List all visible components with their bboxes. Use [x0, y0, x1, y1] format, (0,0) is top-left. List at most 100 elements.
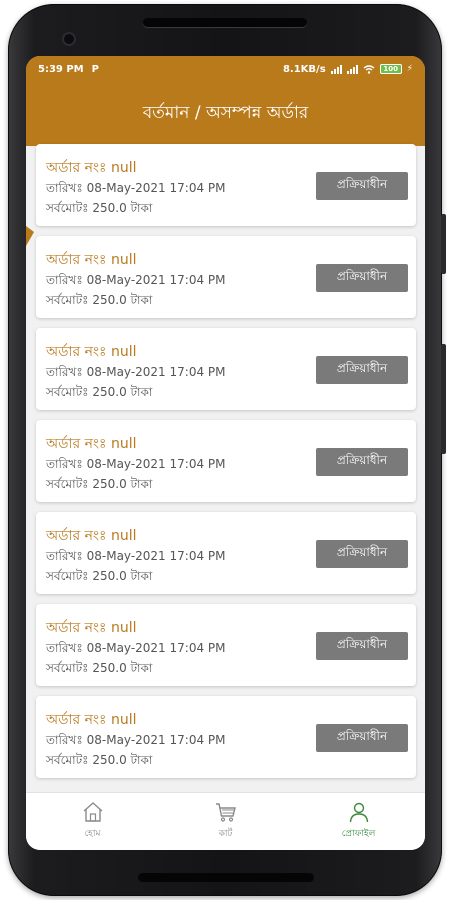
order-card[interactable]: অর্ডার নংঃ null তারিখঃ 08-May-2021 17:04 …: [36, 328, 416, 410]
front-camera: [62, 32, 76, 46]
bottom-speaker: [138, 873, 314, 882]
order-date: তারিখঃ 08-May-2021 17:04 PM: [46, 732, 226, 752]
notification-icon: P: [91, 63, 99, 75]
order-total-label: সর্বমোটঃ: [46, 477, 89, 491]
cart-icon: [215, 803, 236, 822]
order-number-label: অর্ডার নংঃ: [46, 252, 107, 268]
order-card[interactable]: অর্ডার নংঃ null তারিখঃ 08-May-2021 17:04 …: [36, 420, 416, 502]
nav-item-cart[interactable]: কার্ট: [159, 793, 292, 850]
order-number: অর্ডার নংঃ null: [46, 248, 136, 272]
order-date-value: 08-May-2021 17:04 PM: [86, 273, 226, 287]
order-date-label: তারিখঃ: [46, 365, 83, 379]
home-icon: [83, 802, 102, 822]
order-number: অর্ডার নংঃ null: [46, 432, 136, 456]
order-total-label: সর্বমোটঃ: [46, 569, 89, 583]
order-total: সর্বমোটঃ 250.0 টাকা: [46, 292, 152, 312]
order-number-label: অর্ডার নংঃ: [46, 620, 107, 636]
order-date: তারিখঃ 08-May-2021 17:04 PM: [46, 640, 226, 660]
nav-label-home: হোম: [84, 829, 101, 839]
order-total-value: 250.0 টাকা: [92, 753, 153, 767]
signal-icon: [330, 64, 342, 74]
order-total: সর্বমোটঃ 250.0 টাকা: [46, 384, 152, 404]
order-date-label: তারিখঃ: [46, 457, 83, 471]
order-date: তারিখঃ 08-May-2021 17:04 PM: [46, 456, 226, 476]
order-total: সর্বমোটঃ 250.0 টাকা: [46, 752, 152, 772]
wifi-icon: [363, 64, 375, 74]
order-number-value: null: [110, 252, 137, 268]
order-total-label: সর্বমোটঃ: [46, 385, 89, 399]
order-number-label: অর্ডার নংঃ: [46, 344, 107, 360]
status-indicators: 8.1KB/s 100 ⚡: [283, 64, 413, 75]
profile-icon: [349, 802, 368, 823]
order-date-value: 08-May-2021 17:04 PM: [86, 457, 226, 471]
order-total: সর্বমোটঃ 250.0 টাকা: [46, 568, 152, 588]
phone-frame: 5:39 PM P 8.1KB/s 100 ⚡ বর্তমান / অসম্পন…: [8, 4, 446, 896]
order-number-value: null: [110, 344, 137, 360]
order-total-label: সর্বমোটঃ: [46, 293, 89, 307]
order-date-label: তারিখঃ: [46, 181, 83, 195]
status-time: 5:39 PM: [38, 63, 84, 75]
order-number-label: অর্ডার নংঃ: [46, 436, 107, 452]
nav-label-profile: প্রোফাইল: [341, 829, 376, 839]
order-date-value: 08-May-2021 17:04 PM: [86, 365, 226, 379]
order-number: অর্ডার নংঃ null: [46, 616, 136, 640]
order-status-button[interactable]: প্রক্রিয়াধীন: [316, 172, 408, 200]
charging-icon: ⚡: [406, 64, 413, 74]
order-date-value: 08-May-2021 17:04 PM: [86, 549, 226, 563]
status-bar: 5:39 PM P 8.1KB/s 100 ⚡: [26, 56, 425, 82]
order-total-value: 250.0 টাকা: [92, 569, 153, 583]
order-number-value: null: [110, 712, 137, 728]
order-number: অর্ডার নংঃ null: [46, 156, 136, 180]
order-date-label: তারিখঃ: [46, 273, 83, 287]
bottom-navigation: হোম কার্ট প্রোফাইল: [26, 792, 425, 850]
order-status-button[interactable]: প্রক্রিয়াধীন: [316, 540, 408, 568]
order-number: অর্ডার নংঃ null: [46, 524, 136, 548]
order-date: তারিখঃ 08-May-2021 17:04 PM: [46, 272, 226, 292]
order-card[interactable]: অর্ডার নংঃ null তারিখঃ 08-May-2021 17:04 …: [36, 236, 416, 318]
order-date: তারিখঃ 08-May-2021 17:04 PM: [46, 364, 226, 384]
order-number: অর্ডার নংঃ null: [46, 708, 136, 732]
order-number-label: অর্ডার নংঃ: [46, 712, 107, 728]
order-total-value: 250.0 টাকা: [92, 477, 153, 491]
order-status-button[interactable]: প্রক্রিয়াধীন: [316, 264, 408, 292]
order-number-value: null: [110, 160, 137, 176]
signal-icon-2: [346, 64, 358, 74]
page-title: বর্তমান / অসম্পন্ন অর্ডার: [142, 103, 309, 123]
volume-button: [441, 344, 446, 454]
nav-item-profile[interactable]: প্রোফাইল: [292, 793, 425, 850]
order-number-label: অর্ডার নংঃ: [46, 528, 107, 544]
order-total: সর্বমোটঃ 250.0 টাকা: [46, 476, 152, 496]
order-total-label: সর্বমোটঃ: [46, 753, 89, 767]
earpiece-speaker: [143, 18, 307, 27]
order-total-value: 250.0 টাকা: [92, 293, 153, 307]
order-number-value: null: [110, 528, 137, 544]
order-date: তারিখঃ 08-May-2021 17:04 PM: [46, 180, 226, 200]
order-status-button[interactable]: প্রক্রিয়াধীন: [316, 448, 408, 476]
order-total-label: সর্বমোটঃ: [46, 661, 89, 675]
battery-icon: 100: [379, 64, 402, 74]
order-card[interactable]: অর্ডার নংঃ null তারিখঃ 08-May-2021 17:04 …: [36, 144, 416, 226]
app-screen: 5:39 PM P 8.1KB/s 100 ⚡ বর্তমান / অসম্পন…: [26, 56, 425, 850]
order-status-button[interactable]: প্রক্রিয়াধীন: [316, 632, 408, 660]
order-date-label: তারিখঃ: [46, 641, 83, 655]
order-date-label: তারিখঃ: [46, 733, 83, 747]
order-date-value: 08-May-2021 17:04 PM: [86, 641, 226, 655]
order-date: তারিখঃ 08-May-2021 17:04 PM: [46, 548, 226, 568]
order-card[interactable]: অর্ডার নংঃ null তারিখঃ 08-May-2021 17:04 …: [36, 604, 416, 686]
order-total: সর্বমোটঃ 250.0 টাকা: [46, 660, 152, 680]
nav-item-home[interactable]: হোম: [26, 793, 159, 850]
order-total-value: 250.0 টাকা: [92, 385, 153, 399]
network-speed: 8.1KB/s: [282, 63, 326, 75]
order-total-label: সর্বমোটঃ: [46, 201, 89, 215]
order-number: অর্ডার নংঃ null: [46, 340, 136, 364]
order-total-value: 250.0 টাকা: [92, 661, 153, 675]
order-total: সর্বমোটঃ 250.0 টাকা: [46, 200, 152, 220]
order-card[interactable]: অর্ডার নংঃ null তারিখঃ 08-May-2021 17:04 …: [36, 696, 416, 778]
order-number-value: null: [110, 620, 137, 636]
order-number-label: অর্ডার নংঃ: [46, 160, 107, 176]
order-total-value: 250.0 টাকা: [92, 201, 153, 215]
order-card[interactable]: অর্ডার নংঃ null তারিখঃ 08-May-2021 17:04 …: [36, 512, 416, 594]
nav-label-cart: কার্ট: [218, 829, 233, 839]
order-status-button[interactable]: প্রক্রিয়াধীন: [316, 356, 408, 384]
order-status-button[interactable]: প্রক্রিয়াধীন: [316, 724, 408, 752]
